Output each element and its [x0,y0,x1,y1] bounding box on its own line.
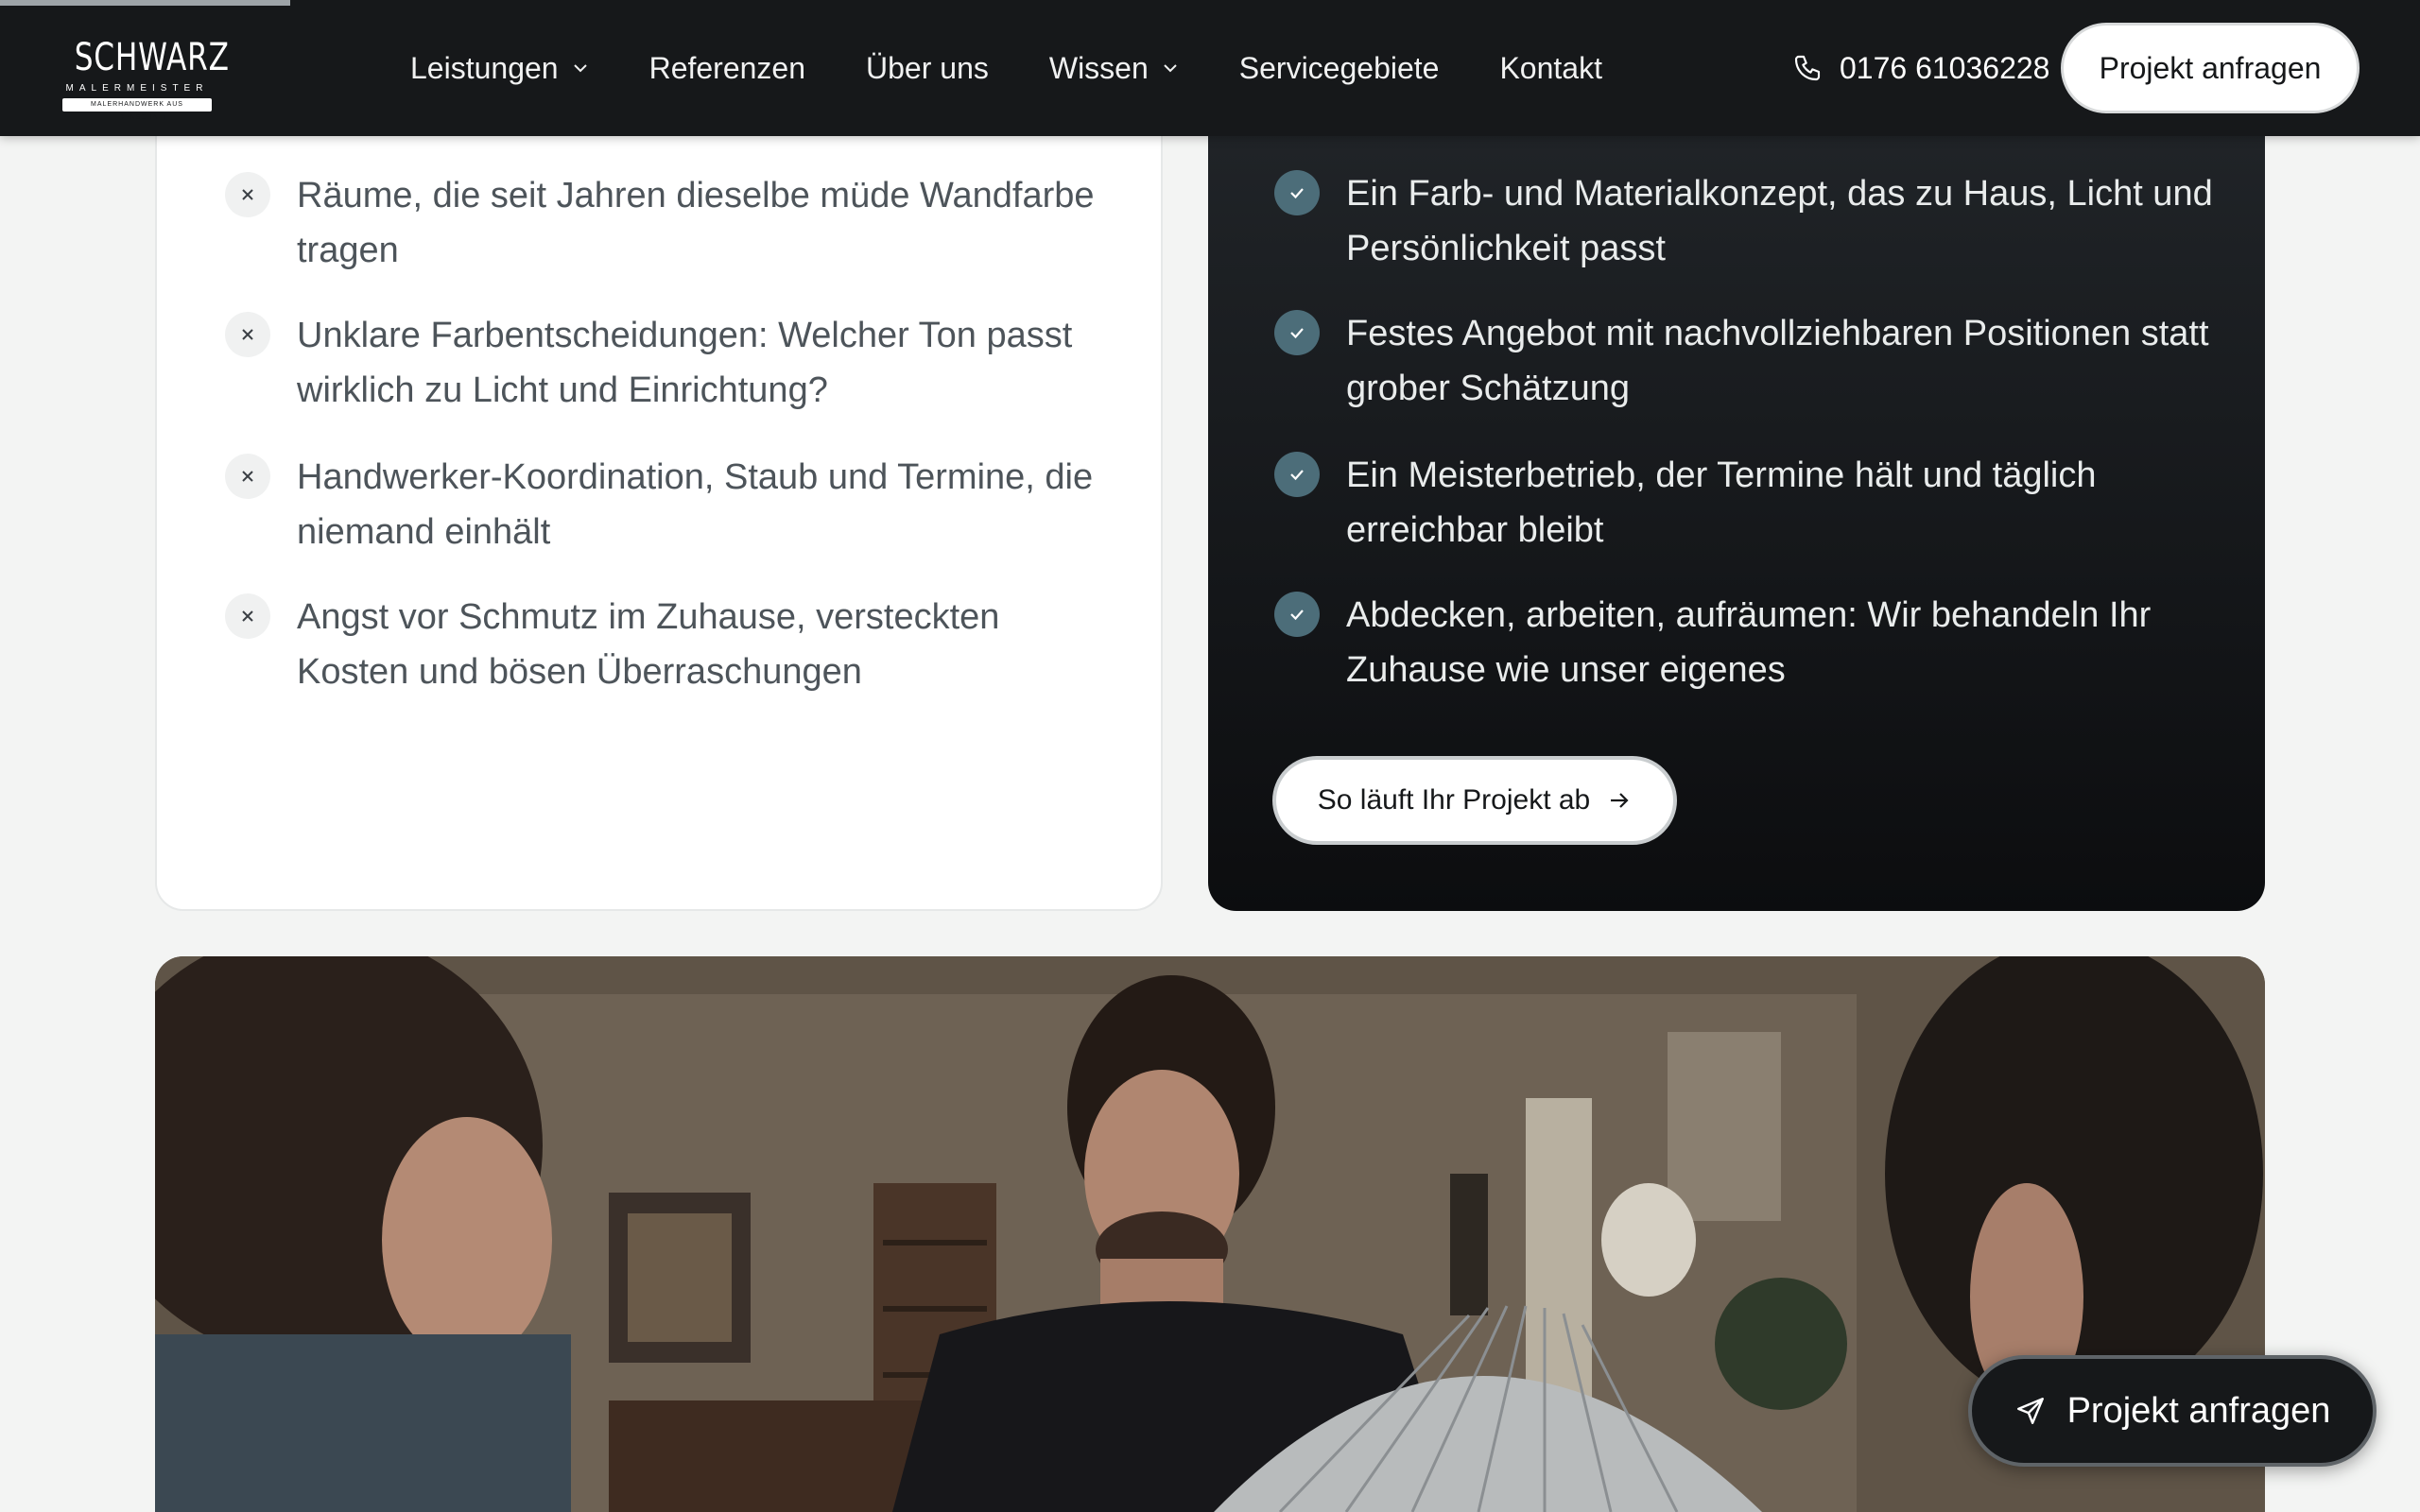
list-item: Abdecken, arbeiten, aufräumen: Wir behan… [1274,592,2244,697]
send-icon [2016,1398,2044,1424]
check-icon [1274,310,1320,355]
check-icon [1274,452,1320,497]
solution-text: Ein Meisterbetrieb, der Termine hält und… [1346,455,2097,550]
logo-tagline: MALERHANDWERK AUS LEIDENSCHAFT [62,98,212,121]
problem-text: Angst vor Schmutz im Zuhause, versteckte… [297,597,1000,692]
list-item: Handwerker-Koordination, Staub und Termi… [225,454,1100,559]
check-icon [1274,170,1320,215]
solution-text: Abdecken, arbeiten, aufräumen: Wir behan… [1346,595,2152,690]
consultation-photo [155,956,2265,1512]
nav-item-wissen[interactable]: Wissen [1049,51,1179,86]
list-item: Ein Farb- und Materialkonzept, das zu Ha… [1274,170,2244,276]
list-item: Festes Angebot mit nachvollziehbaren Pos… [1274,310,2244,416]
nav-label: Leistungen [410,50,559,85]
photo-illustration [155,956,2265,1512]
nav-label: Servicegebiete [1238,50,1440,85]
process-button[interactable]: So läuft Ihr Projekt ab [1272,756,1677,845]
problem-text: Unklare Farbentscheidungen: Welcher Ton … [297,316,1073,410]
chevron-down-icon [1164,64,1177,73]
problem-text: Handwerker-Koordination, Staub und Termi… [297,457,1094,552]
logo[interactable]: SCHWARZ MALERMEISTER MALERHANDWERK AUS L… [57,23,230,121]
nav-item-servicegebiete[interactable]: Servicegebiete [1239,51,1440,86]
scroll-progress-bar [0,0,290,6]
nav-item-ueber-uns[interactable]: Über uns [866,51,989,86]
list-item: Unklare Farbentscheidungen: Welcher Ton … [225,312,1100,418]
nav-label: Über uns [866,50,989,85]
nav-item-referenzen[interactable]: Referenzen [649,51,805,86]
solution-text: Festes Angebot mit nachvollziehbaren Pos… [1346,314,2209,408]
close-icon [225,593,270,639]
phone-icon [1794,55,1821,81]
list-item: Ein Meisterbetrieb, der Termine hält und… [1274,452,2244,558]
nav-label: Kontakt [1499,50,1602,85]
close-icon [225,312,270,357]
logo-brand: SCHWARZ [74,36,230,79]
phone-link[interactable]: 0176 61036228 [1792,45,2049,91]
close-icon [225,172,270,217]
site-header: SCHWARZ MALERMEISTER MALERHANDWERK AUS L… [0,0,2420,136]
solution-text: Ein Farb- und Materialkonzept, das zu Ha… [1346,174,2213,268]
list-item: Räume, die seit Jahren dieselbe müde Wan… [225,172,1100,278]
nav-label: Wissen [1048,50,1149,85]
nav-item-kontakt[interactable]: Kontakt [1499,51,1602,86]
arrow-right-icon [1611,793,1629,808]
check-icon [1274,592,1320,637]
chevron-down-icon [573,64,587,73]
problems-card: Räume, die seit Jahren dieselbe müde Wan… [155,57,1163,911]
nav-item-leistungen[interactable]: Leistungen [410,51,589,86]
problem-text: Räume, die seit Jahren dieselbe müde Wan… [297,176,1095,270]
list-item: Angst vor Schmutz im Zuhause, versteckte… [225,593,1100,699]
phone-number: 0176 61036228 [1840,50,2050,85]
floating-cta-label: Projekt anfragen [2066,1390,2331,1431]
main-nav: Leistungen Referenzen Über uns Wissen Se… [410,0,1663,136]
close-icon [225,454,270,499]
logo-subtitle: MALERMEISTER [65,83,209,94]
header-cta-button[interactable]: Projekt anfragen [2061,23,2360,113]
process-button-label: So läuft Ihr Projekt ab [1317,784,1591,816]
nav-label: Referenzen [648,50,806,85]
floating-cta-button[interactable]: Projekt anfragen [1968,1355,2377,1467]
